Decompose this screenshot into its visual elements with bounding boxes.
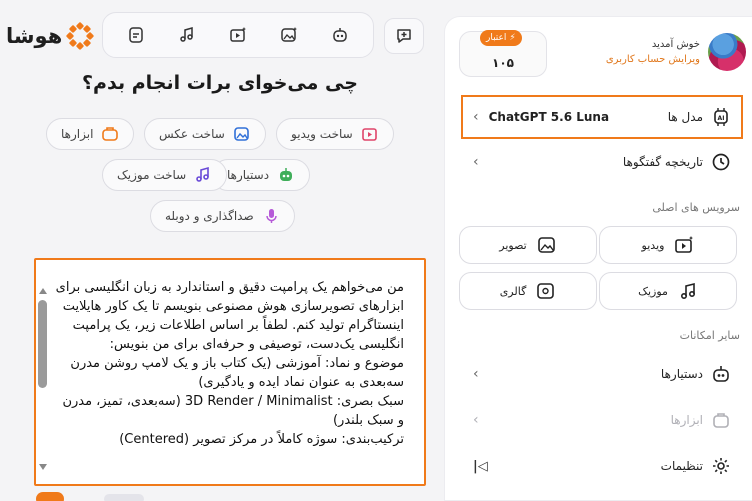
service-gallery-button[interactable]: گالری — [459, 272, 597, 310]
chip-create-image[interactable]: ساخت عکس — [144, 118, 266, 150]
sidebar-item-label: تاریخچه گفتگوها — [622, 155, 703, 169]
scroll-down-arrow-icon[interactable] — [39, 464, 47, 470]
svg-text:AI: AI — [718, 115, 725, 122]
option-toggle-partial[interactable] — [104, 494, 144, 501]
prompt-text[interactable]: من می‌خواهم یک پرامپت دقیق و استاندارد ب… — [54, 278, 404, 478]
service-image-button[interactable]: تصویر — [459, 226, 597, 264]
service-label: موزیک — [638, 284, 668, 298]
chip-create-video[interactable]: ساخت ویدیو — [276, 118, 394, 150]
robot-icon — [713, 366, 729, 382]
credit-value: ۱۰۵ — [492, 56, 514, 70]
page-headline: چی می‌خوای برات انجام بدم؟ — [82, 72, 358, 94]
robot-icon[interactable] — [329, 24, 351, 46]
chip-label: ابزارها — [61, 127, 94, 141]
section-title-main-services: سرویس های اصلی — [652, 201, 740, 214]
model-name: ChatGPT 5.6 Luna — [488, 110, 610, 124]
ai-chip-icon: AI — [714, 108, 728, 126]
music-icon — [680, 282, 695, 300]
gear-icon — [713, 458, 729, 474]
send-button-partial[interactable] — [36, 492, 64, 501]
chip-label: ساخت موزیک — [117, 168, 187, 182]
microphone-icon — [265, 209, 277, 223]
section-title-other-features: سایر امکانات — [679, 329, 740, 342]
chip-label: ساخت ویدیو — [291, 127, 353, 141]
image-icon — [537, 237, 555, 253]
chip-create-music[interactable]: ساخت موزیک — [102, 159, 228, 191]
scroll-up-arrow-icon[interactable] — [39, 288, 47, 294]
sidebar: ⚡ اعتبار ۱۰۵ خوش آمدید ویرایش حساب کاربر… — [444, 16, 752, 501]
avatar[interactable] — [708, 33, 746, 71]
chip-label: ساخت عکس — [159, 127, 225, 141]
video-sparkle-icon[interactable] — [227, 24, 249, 46]
service-label: ویدیو — [641, 238, 665, 252]
model-selector[interactable]: ‹ ChatGPT 5.6 Luna AI مدل ها — [461, 95, 743, 139]
tools-icon — [713, 413, 729, 428]
clock-icon — [712, 153, 730, 171]
new-chat-icon — [397, 29, 411, 43]
document-icon[interactable] — [125, 24, 147, 46]
image-sparkle-icon[interactable] — [278, 24, 300, 46]
brand-logo[interactable]: هوشا — [6, 22, 94, 50]
sidebar-item-history[interactable]: ‹ تاریخچه گفتگوها — [461, 147, 743, 177]
user-profile[interactable]: خوش آمدید ویرایش حساب کاربری — [606, 33, 746, 71]
sidebar-item-label: دستیارها — [660, 367, 703, 381]
image-icon — [234, 127, 249, 141]
sidebar-item-tools[interactable]: ‹ ابزارها — [461, 405, 743, 435]
bolt-icon: ⚡ — [509, 33, 516, 43]
credit-badge: ⚡ اعتبار — [480, 30, 522, 46]
chip-label: دستیارها — [227, 168, 270, 182]
sidebar-item-settings[interactable]: |◁ تنظیمات — [461, 451, 743, 481]
service-label: گالری — [499, 284, 527, 298]
sidebar-item-label: تنظیمات — [660, 459, 703, 473]
music-icon — [196, 166, 210, 182]
prompt-scrollbar[interactable] — [36, 260, 50, 484]
credit-label: اعتبار — [486, 33, 507, 43]
top-toolbar — [102, 12, 374, 58]
logo-mark-icon — [66, 22, 94, 50]
video-icon — [675, 236, 694, 253]
collapse-sidebar-icon[interactable]: |◁ — [473, 459, 488, 474]
scroll-thumb[interactable] — [38, 300, 47, 388]
edit-account-link[interactable]: ویرایش حساب کاربری — [606, 54, 700, 65]
service-label: تصویر — [499, 238, 527, 252]
music-sparkle-icon[interactable] — [176, 24, 198, 46]
chevron-left-icon: ‹ — [473, 366, 479, 382]
chevron-left-icon: ‹ — [473, 154, 479, 170]
credit-card[interactable]: ⚡ اعتبار ۱۰۵ — [459, 30, 547, 77]
brand-name: هوشا — [6, 24, 63, 48]
gallery-icon — [537, 283, 555, 299]
sidebar-item-label: ابزارها — [670, 413, 703, 427]
new-chat-button[interactable] — [384, 18, 424, 54]
main-area: هوشا چی می‌خوای برات انجام بدم؟ ساخت وید… — [0, 0, 440, 501]
chip-tools[interactable]: ابزارها — [46, 118, 135, 150]
service-music-button[interactable]: موزیک — [599, 272, 737, 310]
model-label: مدل ها — [667, 110, 703, 124]
service-video-button[interactable]: ویدیو — [599, 226, 737, 264]
chip-label: صداگذاری و دوبله — [165, 209, 254, 223]
chevron-left-icon: ‹ — [473, 412, 479, 428]
greeting-text: خوش آمدید — [651, 39, 700, 50]
robot-icon — [280, 168, 293, 181]
prompt-input[interactable]: من می‌خواهم یک پرامپت دقیق و استاندارد ب… — [34, 258, 426, 486]
sidebar-item-assistants[interactable]: ‹ دستیارها — [461, 359, 743, 389]
chevron-left-icon: ‹ — [473, 109, 479, 125]
chip-voiceover-dubbing[interactable]: صداگذاری و دوبله — [150, 200, 295, 232]
tools-icon — [102, 127, 119, 141]
video-icon — [361, 128, 377, 141]
